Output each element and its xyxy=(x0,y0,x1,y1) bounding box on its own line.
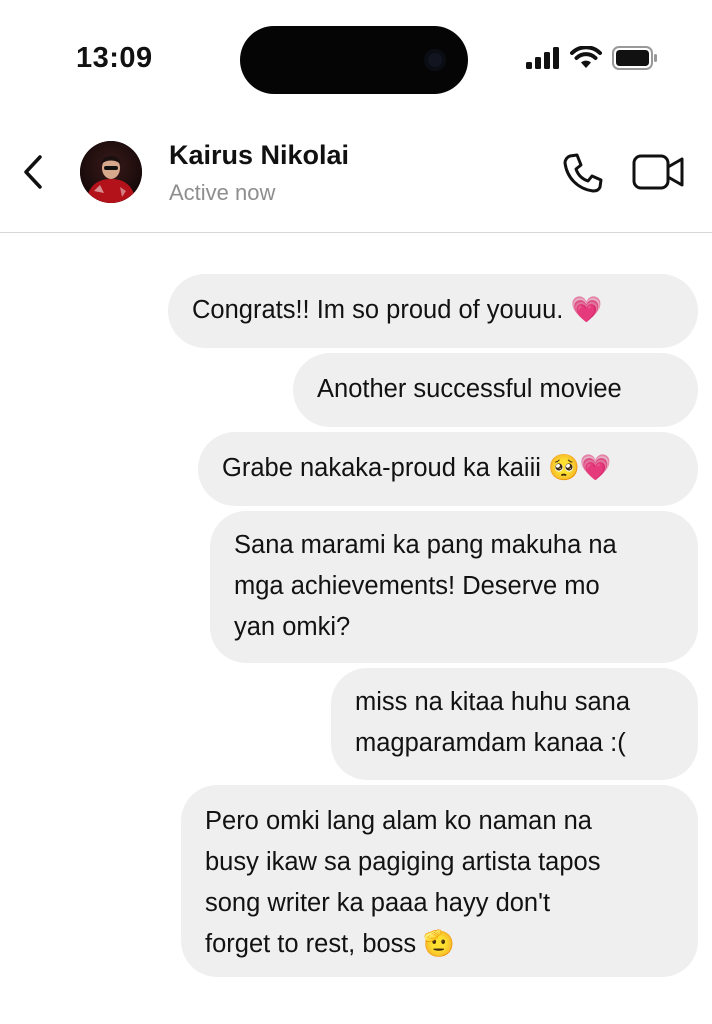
message-thread: Congrats!! Im so proud of youuu. 💗 Anoth… xyxy=(0,232,712,1024)
message-bubble[interactable]: miss na kitaa huhu sana magparamdam kana… xyxy=(331,668,698,780)
message-bubble[interactable]: Sana marami ka pang makuha na mga achiev… xyxy=(210,511,698,663)
chevron-left-icon[interactable] xyxy=(18,152,48,192)
message-bubble[interactable]: Congrats!! Im so proud of youuu. 💗 xyxy=(168,274,698,348)
avatar-image xyxy=(80,141,142,203)
phone-icon[interactable] xyxy=(560,150,606,196)
battery-icon xyxy=(612,46,657,70)
dynamic-island xyxy=(240,26,468,94)
status-icons xyxy=(526,46,658,70)
status-bar: 13:09 xyxy=(0,0,712,110)
message-bubble[interactable]: Grabe nakaka-proud ka kaiii 🥺💗 xyxy=(198,432,698,506)
avatar[interactable] xyxy=(80,141,142,203)
cellular-signal-icon xyxy=(526,47,559,69)
contact-status: Active now xyxy=(169,180,276,205)
chat-header: Kairus Nikolai Active now xyxy=(0,116,712,233)
message-bubble[interactable]: Another successful moviee xyxy=(293,353,698,427)
chat-screen: 13:09 Kairus Nikolai Active now Congrats… xyxy=(0,0,712,1024)
video-camera-icon[interactable] xyxy=(632,152,686,192)
status-time: 13:09 xyxy=(76,42,153,74)
message-bubble[interactable]: Pero omki lang alam ko naman na busy ika… xyxy=(181,785,698,977)
wifi-icon xyxy=(570,46,602,68)
front-camera-icon xyxy=(424,49,446,71)
contact-name[interactable]: Kairus Nikolai xyxy=(169,140,349,171)
